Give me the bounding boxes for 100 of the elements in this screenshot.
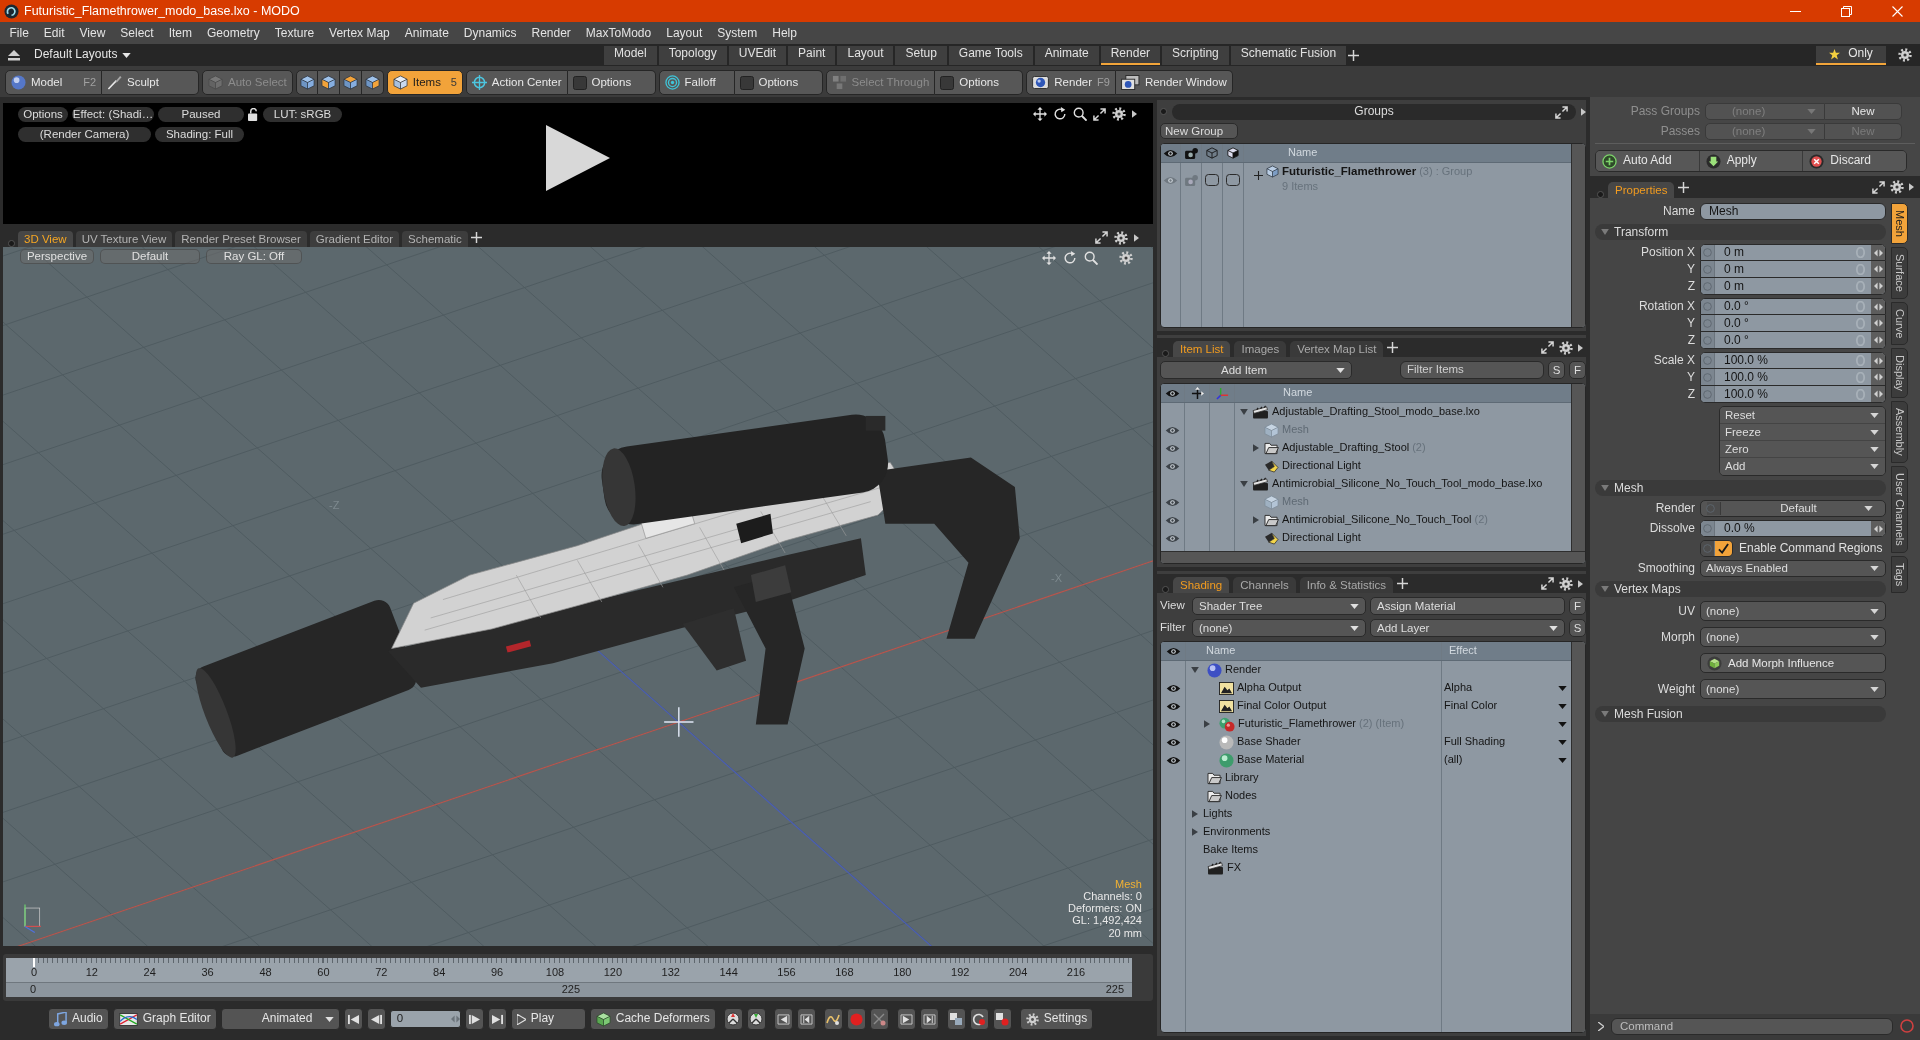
add-morph-button[interactable]: Add Morph Influence xyxy=(1700,653,1886,673)
keyframe-dot-icon[interactable] xyxy=(1706,504,1715,513)
tool-button[interactable]: Action Center xyxy=(465,70,568,95)
viewport-tab[interactable]: Render Preset Browser xyxy=(175,231,307,247)
keyframe-dot-icon[interactable] xyxy=(1703,248,1712,257)
settings-icon[interactable] xyxy=(1898,48,1912,62)
section-header[interactable]: Mesh xyxy=(1595,480,1886,496)
menu-item[interactable]: Vertex Map xyxy=(321,25,398,41)
panel-tab[interactable]: Properties xyxy=(1608,182,1675,198)
number-field[interactable]: 0.0 ° xyxy=(1700,315,1886,332)
shader-dropdown[interactable]: Add Layer xyxy=(1370,619,1565,637)
spin-arrows-icon[interactable] xyxy=(1873,265,1883,273)
layout-tab[interactable]: Schematic Fusion xyxy=(1230,45,1347,65)
action-button[interactable]: Apply xyxy=(1699,151,1804,171)
triangle-icon[interactable] xyxy=(1134,233,1139,242)
viewport-tab[interactable]: Schematic xyxy=(402,231,468,247)
number-field[interactable]: 0.0 ° xyxy=(1700,332,1886,349)
icon-button[interactable] xyxy=(823,1008,843,1030)
group-name[interactable]: Futuristic_Flamethrower xyxy=(1282,164,1417,179)
number-field[interactable]: 100.0 % xyxy=(1700,369,1886,386)
select-dropdown[interactable]: Always Enabled xyxy=(1700,560,1886,577)
new-group-button[interactable]: New Group xyxy=(1160,123,1238,139)
menu-item[interactable]: Select xyxy=(112,25,162,41)
icon-button[interactable] xyxy=(869,1008,889,1030)
menu-item[interactable]: File xyxy=(2,25,37,41)
viewport-tab[interactable]: Gradient Editor xyxy=(309,231,400,247)
select-dropdown[interactable]: (none) xyxy=(1700,627,1886,647)
action-button[interactable]: Auto Add xyxy=(1596,151,1700,171)
menu-item[interactable]: Geometry xyxy=(199,25,268,41)
scrollbar[interactable] xyxy=(1571,144,1585,327)
playhead-marker[interactable] xyxy=(33,958,35,967)
number-field[interactable]: 100.0 % xyxy=(1700,352,1886,369)
unlock-icon[interactable] xyxy=(248,108,259,121)
play-button[interactable]: Play xyxy=(510,1008,586,1030)
plus-icon[interactable] xyxy=(1397,578,1409,589)
icon-button[interactable] xyxy=(896,1008,916,1030)
keyframe-dot-icon[interactable] xyxy=(1703,356,1712,365)
maximize-icon[interactable] xyxy=(1541,341,1554,354)
menu-item[interactable]: View xyxy=(72,25,113,41)
layer-name[interactable]: Futuristic_Flamethrower xyxy=(1238,717,1356,731)
scrollbar[interactable] xyxy=(1571,642,1585,1032)
spin-arrows-icon[interactable] xyxy=(1873,356,1883,365)
rotate-icon[interactable] xyxy=(1053,107,1067,121)
viewport-tab[interactable]: UV Texture View xyxy=(75,231,173,247)
layer-name[interactable]: Base Shader xyxy=(1237,735,1301,749)
layout-tab[interactable]: Scripting xyxy=(1162,45,1229,65)
settings-icon[interactable] xyxy=(1114,230,1128,245)
mode-button[interactable] xyxy=(361,70,384,95)
side-tab[interactable]: Mesh xyxy=(1891,203,1908,244)
effect-value[interactable]: Full Shading xyxy=(1444,735,1506,749)
spin-arrows-icon[interactable] xyxy=(1873,248,1883,257)
menu-item[interactable]: Item xyxy=(161,25,200,41)
layer-name[interactable]: Environments xyxy=(1203,825,1271,839)
viewport-tab[interactable]: 3D View xyxy=(18,231,73,247)
keyframe-dot-icon[interactable] xyxy=(1703,281,1712,291)
tool-button[interactable]: Options xyxy=(935,70,1024,95)
panel-tab[interactable]: Images xyxy=(1234,341,1287,357)
shader-dropdown[interactable]: Shader Tree xyxy=(1192,597,1366,615)
mode-button[interactable] xyxy=(317,70,340,95)
command-field[interactable]: Command xyxy=(1611,1017,1893,1035)
plus-icon[interactable] xyxy=(1348,49,1360,61)
viewport-button[interactable]: Perspective xyxy=(20,249,94,264)
circle-icon[interactable] xyxy=(1900,1019,1914,1033)
eject-icon[interactable] xyxy=(8,49,20,61)
number-field[interactable]: 100.0 % xyxy=(1700,386,1886,403)
expand-icon[interactable] xyxy=(1254,171,1263,180)
close-icon[interactable] xyxy=(1891,5,1903,17)
expand-arrow-icon[interactable] xyxy=(1191,667,1199,673)
checkbox[interactable] xyxy=(1715,541,1732,556)
effect-value[interactable]: Final Color xyxy=(1444,699,1498,713)
tool-button[interactable]: Items 5 xyxy=(386,70,463,95)
icon-button[interactable] xyxy=(919,1008,939,1030)
icon-button[interactable] xyxy=(746,1008,766,1030)
keyframe-dot-icon[interactable] xyxy=(1703,389,1712,399)
preview-button[interactable]: Shading: Full xyxy=(155,127,244,142)
graph-editor-button[interactable]: Graph Editor xyxy=(112,1008,217,1030)
viewport-button[interactable]: Ray GL: Off xyxy=(206,249,302,264)
zoom-icon[interactable] xyxy=(1073,107,1087,121)
icon-button[interactable] xyxy=(969,1008,989,1030)
number-field[interactable]: 0.0 % xyxy=(1700,520,1886,537)
menu-item[interactable]: System xyxy=(709,25,765,41)
settings-button[interactable]: Settings xyxy=(1019,1008,1093,1030)
keyframe-dot-icon[interactable] xyxy=(1703,302,1712,311)
settings-icon[interactable] xyxy=(1112,107,1126,121)
menu-item[interactable]: Help xyxy=(764,25,805,41)
icon-button[interactable] xyxy=(487,1008,507,1030)
layer-name[interactable]: Lights xyxy=(1203,807,1233,821)
number-field[interactable]: 0 m xyxy=(1700,261,1886,278)
icon-button[interactable] xyxy=(343,1008,363,1030)
side-tab[interactable]: Surface xyxy=(1891,246,1908,299)
side-tab[interactable]: User Channels xyxy=(1891,465,1908,553)
layout-tab[interactable]: Topology xyxy=(658,45,727,65)
item-name[interactable]: Directional Light xyxy=(1282,531,1361,545)
filter-field[interactable]: Filter Items xyxy=(1400,361,1544,379)
layout-tab[interactable]: Animate xyxy=(1034,45,1099,65)
menu-item[interactable]: Layout xyxy=(658,25,710,41)
toggle-button[interactable]: F xyxy=(1569,597,1586,615)
add-item-dropdown[interactable]: Add Item xyxy=(1160,361,1352,379)
layer-name[interactable]: Bake Items xyxy=(1203,843,1259,857)
expand-arrow-icon[interactable] xyxy=(1253,444,1259,452)
